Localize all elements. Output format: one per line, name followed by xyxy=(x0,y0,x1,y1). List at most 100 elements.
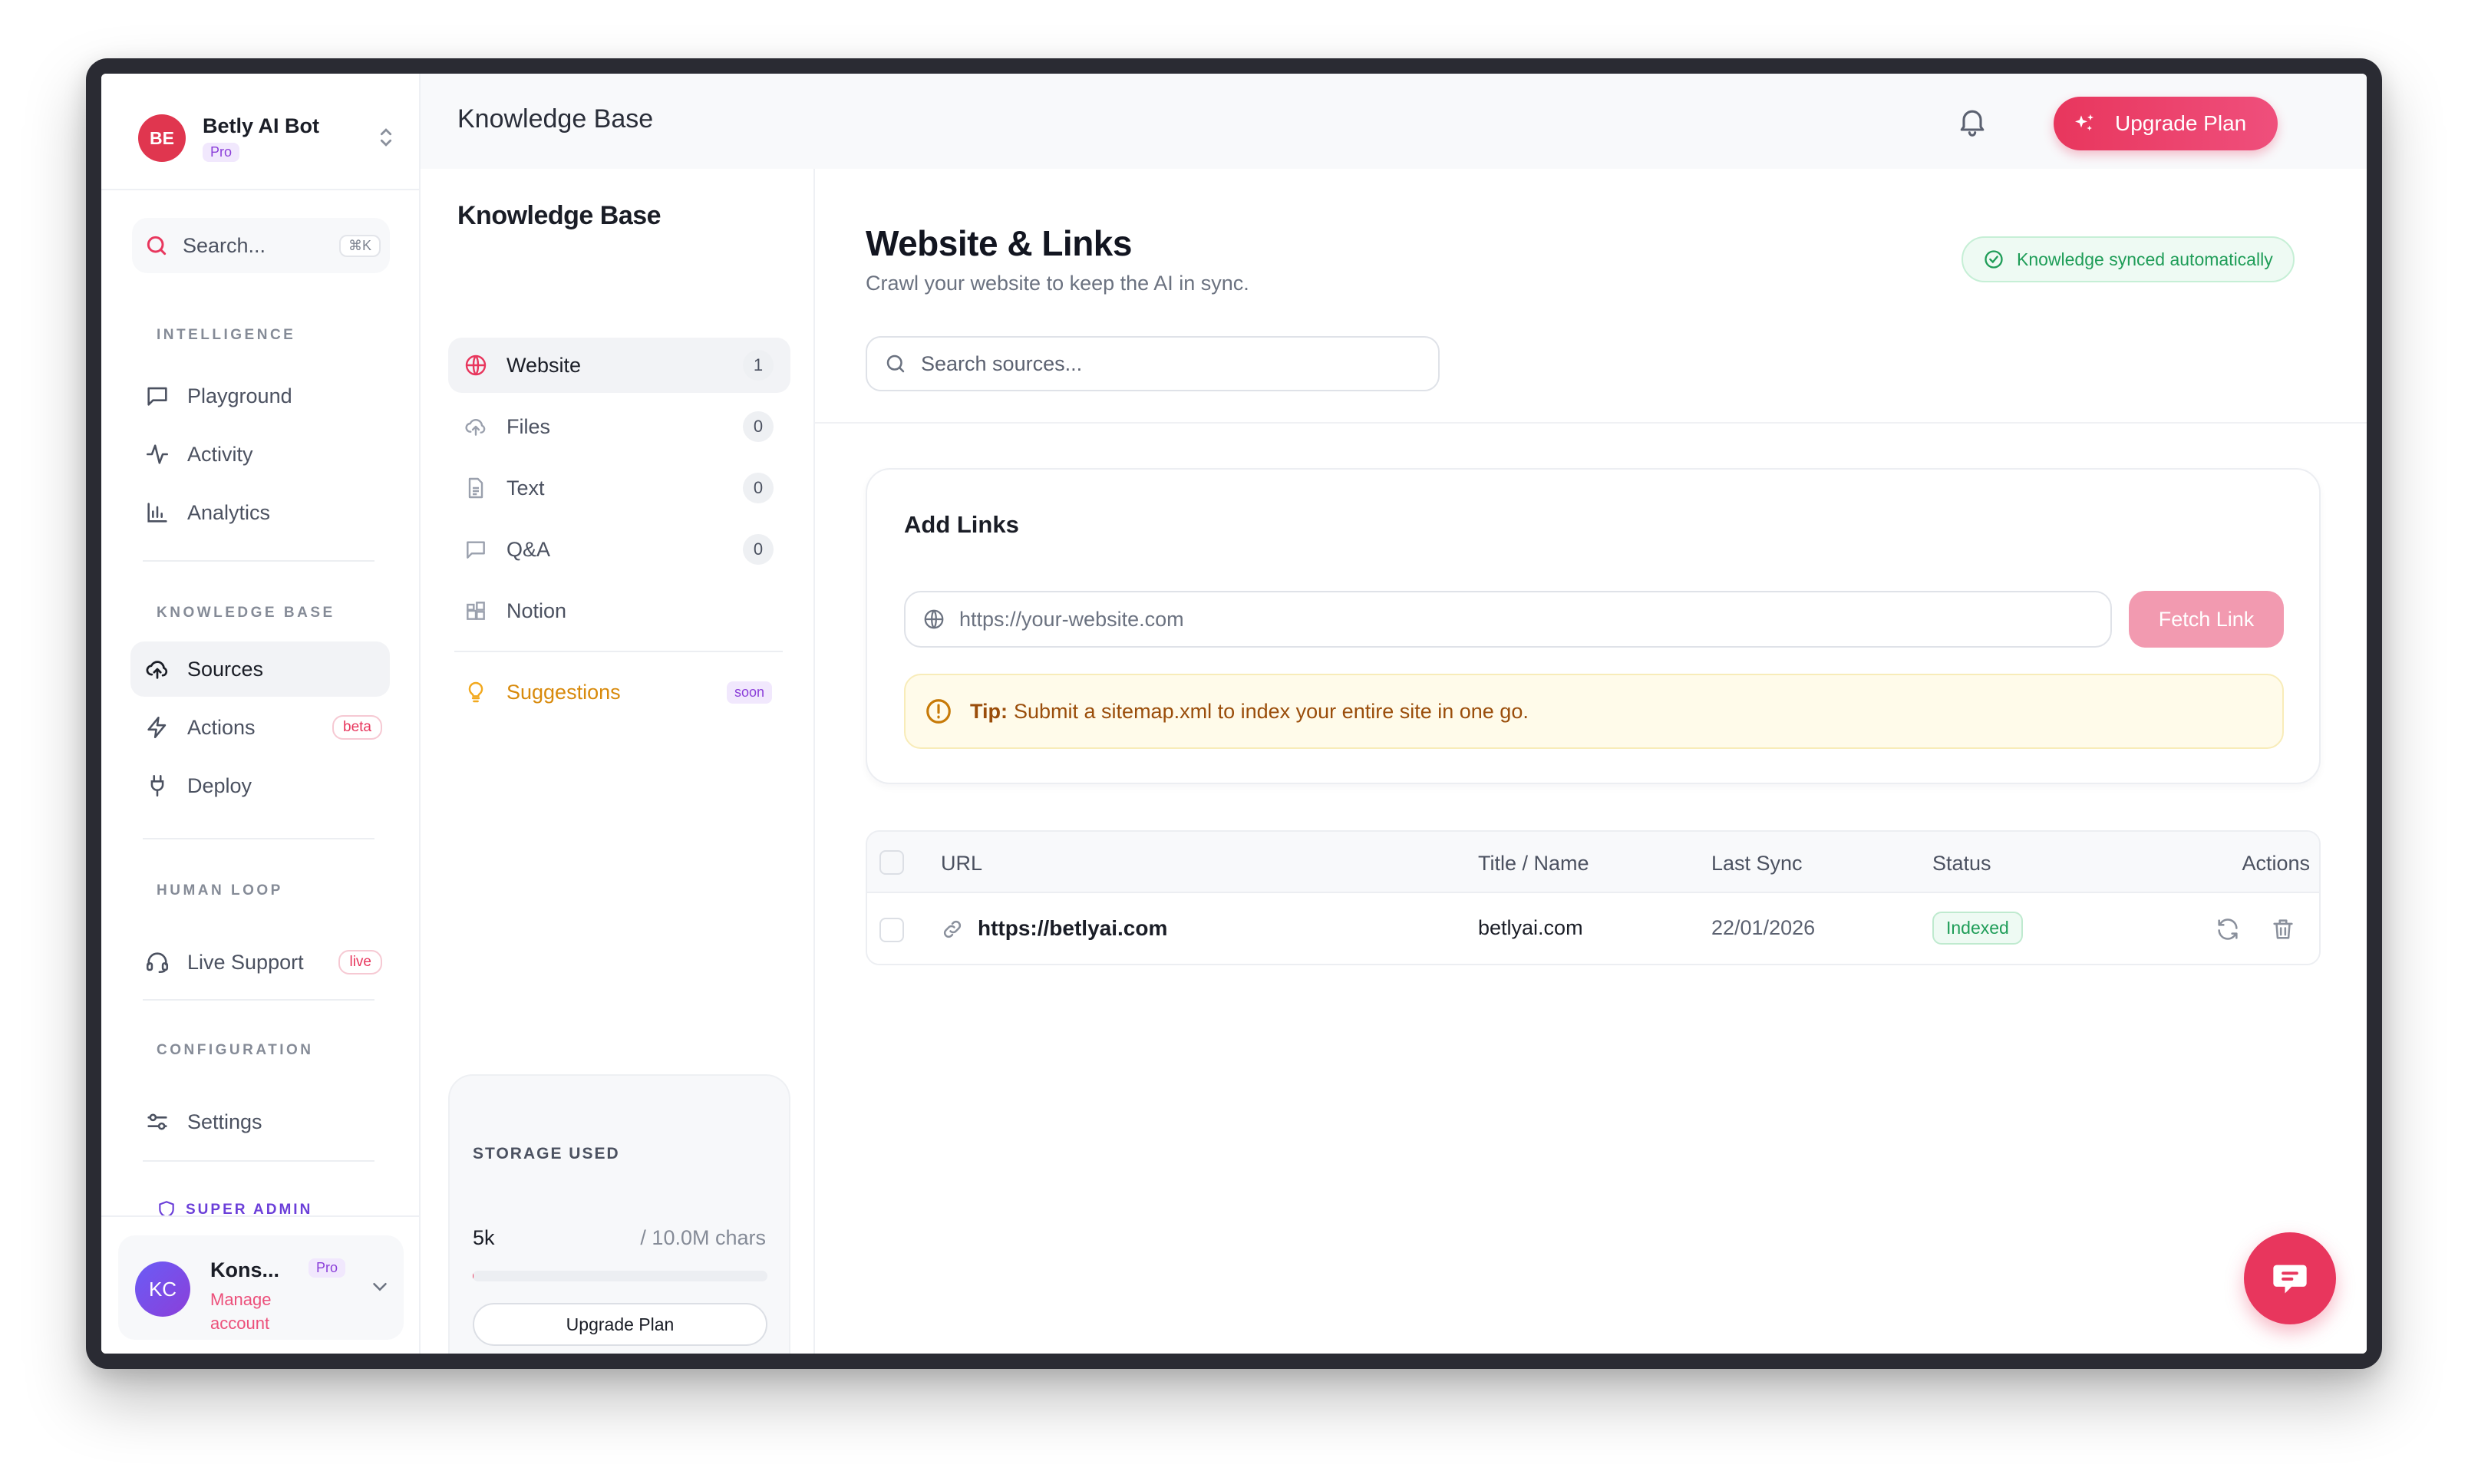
storage-upgrade-button[interactable]: Upgrade Plan xyxy=(473,1303,767,1346)
kb-nav-label: Notion xyxy=(506,599,567,622)
row-last-sync: 22/01/2026 xyxy=(1711,916,1816,939)
sidebar-item-sources[interactable]: Sources xyxy=(130,641,390,697)
grid-icon xyxy=(464,599,488,623)
row-checkbox[interactable] xyxy=(879,918,904,942)
row-url[interactable]: https://betlyai.com xyxy=(978,916,1167,941)
sidebar-item-actions[interactable]: Actions beta xyxy=(130,700,390,755)
sidebar-item-analytics[interactable]: Analytics xyxy=(130,485,390,540)
user-menu[interactable]: KC Kons... Pro Manage account xyxy=(118,1235,404,1340)
file-text-icon xyxy=(464,476,488,500)
trash-icon[interactable] xyxy=(2270,916,2296,942)
kb-nav-qa[interactable]: Q&A 0 xyxy=(448,522,790,577)
count-badge: 0 xyxy=(743,411,774,442)
storage-title: STORAGE USED xyxy=(473,1145,620,1162)
divider xyxy=(143,838,374,839)
kb-subnav-title: Knowledge Base xyxy=(457,201,662,230)
table-header: URL Title / Name Last Sync Status Action… xyxy=(867,832,2319,893)
add-links-card: Add Links https://your-website.com Fetch… xyxy=(866,468,2321,784)
sources-table: URL Title / Name Last Sync Status Action… xyxy=(866,830,2321,965)
main-content: Website & Links Crawl your website to ke… xyxy=(815,169,2367,1354)
sidebar-item-label: Actions xyxy=(187,715,256,739)
sources-search-input[interactable]: Search sources... xyxy=(866,336,1440,391)
kb-nav-label: Text xyxy=(506,476,545,500)
column-status[interactable]: Status xyxy=(1932,852,1991,876)
workspace-avatar: BE xyxy=(138,114,186,162)
message-square-icon xyxy=(144,383,170,409)
search-icon xyxy=(884,352,907,375)
chevron-down-icon[interactable] xyxy=(368,1275,391,1298)
sidebar-item-live-support[interactable]: Live Support live xyxy=(130,935,390,990)
sliders-icon xyxy=(144,1109,170,1135)
storage-used: 5k xyxy=(473,1226,495,1249)
activity-icon xyxy=(144,441,170,467)
live-badge: live xyxy=(338,950,382,974)
manage-account-link[interactable]: Manage account xyxy=(210,1288,302,1335)
kb-nav-website[interactable]: Website 1 xyxy=(448,338,790,393)
bar-chart-icon xyxy=(144,500,170,526)
column-title[interactable]: Title / Name xyxy=(1478,852,1589,876)
storage-limit: / 10.0M chars xyxy=(640,1226,766,1249)
section-human-loop: HUMAN LOOP xyxy=(157,882,283,899)
sidebar-item-activity[interactable]: Activity xyxy=(130,427,390,482)
sync-status-badge: Knowledge synced automatically xyxy=(1962,236,2295,282)
column-url[interactable]: URL xyxy=(941,852,982,876)
kb-nav-label: Q&A xyxy=(506,537,551,561)
top-bar: Knowledge Base Upgrade Plan xyxy=(421,74,2367,169)
divider xyxy=(143,999,374,1001)
chat-widget-button[interactable] xyxy=(2244,1232,2336,1324)
upgrade-plan-button[interactable]: Upgrade Plan xyxy=(2054,97,2278,150)
link-icon xyxy=(941,918,964,941)
sidebar-item-label: Settings xyxy=(187,1110,262,1133)
section-configuration: CONFIGURATION xyxy=(157,1042,314,1058)
workspace-switcher[interactable]: BE Betly AI Bot Pro xyxy=(138,104,399,172)
tip-banner: Tip: Submit a sitemap.xml to index your … xyxy=(904,674,2284,749)
select-all-checkbox[interactable] xyxy=(879,850,904,875)
add-links-title: Add Links xyxy=(904,511,1019,538)
sidebar-item-deploy[interactable]: Deploy xyxy=(130,758,390,813)
lightbulb-icon xyxy=(464,680,488,704)
section-intelligence: INTELLIGENCE xyxy=(157,327,296,343)
page-title: Knowledge Base xyxy=(457,104,654,134)
count-badge: 0 xyxy=(743,534,774,565)
tip-label: Tip: xyxy=(970,699,1008,723)
kb-nav-label: Files xyxy=(506,414,551,438)
chevron-updown-icon[interactable] xyxy=(373,124,399,150)
refresh-icon[interactable] xyxy=(2215,916,2241,942)
count-badge: 0 xyxy=(743,473,774,503)
kb-nav-notion[interactable]: Notion xyxy=(448,583,790,638)
sparkles-icon xyxy=(2072,111,2097,136)
user-name: Kons... xyxy=(210,1258,280,1281)
divider xyxy=(143,560,374,562)
sidebar-item-label: Activity xyxy=(187,442,253,466)
kb-nav-suggestions[interactable]: Suggestions soon xyxy=(448,665,790,720)
fetch-link-button[interactable]: Fetch Link xyxy=(2129,591,2284,648)
sidebar-item-settings[interactable]: Settings xyxy=(130,1094,390,1149)
column-actions: Actions xyxy=(2242,852,2310,875)
app-window: BE Betly AI Bot Pro Search... ⌘K INTELLI… xyxy=(86,58,2382,1369)
status-badge: Indexed xyxy=(1932,912,2023,945)
globe-icon xyxy=(464,353,488,378)
plug-icon xyxy=(144,773,170,799)
search-input[interactable]: Search... ⌘K xyxy=(132,218,390,273)
bell-icon[interactable] xyxy=(1955,104,1989,138)
kb-nav-text[interactable]: Text 0 xyxy=(448,460,790,516)
user-plan-badge: Pro xyxy=(308,1258,346,1278)
sidebar-item-label: Playground xyxy=(187,384,292,407)
app-screen: BE Betly AI Bot Pro Search... ⌘K INTELLI… xyxy=(101,74,2367,1354)
column-last-sync[interactable]: Last Sync xyxy=(1711,852,1803,876)
url-input[interactable]: https://your-website.com xyxy=(904,591,2112,648)
sidebar-item-playground[interactable]: Playground xyxy=(130,368,390,424)
sidebar-item-label: Analytics xyxy=(187,500,271,524)
globe-icon xyxy=(922,608,945,631)
divider xyxy=(143,1160,374,1162)
check-circle-icon xyxy=(1983,249,2004,270)
kb-nav-files[interactable]: Files 0 xyxy=(448,399,790,454)
user-avatar: KC xyxy=(135,1261,190,1317)
zap-icon xyxy=(144,714,170,740)
chat-icon xyxy=(2270,1258,2310,1298)
kb-nav-label: Suggestions xyxy=(506,680,621,704)
alert-circle-icon xyxy=(924,697,953,726)
sidebar-item-label: Sources xyxy=(187,657,264,681)
table-row: https://betlyai.com betlyai.com 22/01/20… xyxy=(867,893,2319,964)
headset-icon xyxy=(144,949,170,975)
